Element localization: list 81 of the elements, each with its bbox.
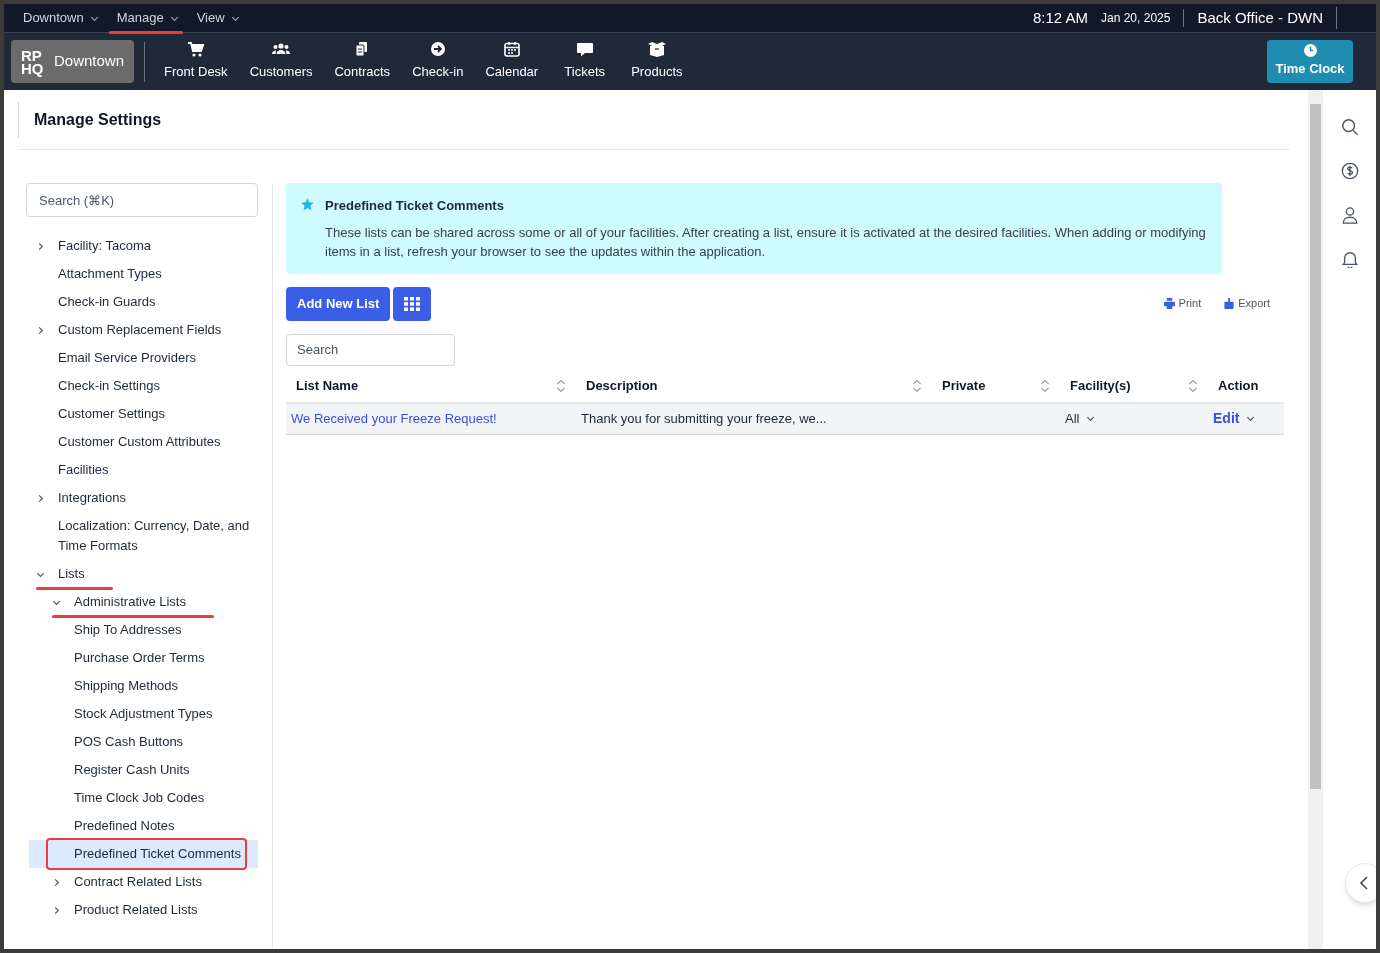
chevron-down-icon — [1246, 414, 1256, 423]
column-header[interactable]: Facility(s) — [1070, 375, 1131, 396]
page-title: Manage Settings — [34, 110, 162, 130]
sidebar-item[interactable]: Attachment Types — [58, 264, 162, 284]
chevron-down-icon — [1086, 414, 1096, 423]
sidebar-item[interactable]: Product Related Lists — [74, 900, 198, 920]
speech-bubble-icon — [575, 41, 594, 58]
bell-icon[interactable] — [1340, 250, 1359, 268]
info-text: These lists can be shared across some or all of your facilities. After creating a list, ensure it is activated at the desired facilities. When adding or modifying items in a list, refresh your browser to see the updates within the application. — [325, 223, 1207, 261]
sort-icon[interactable] — [556, 377, 566, 394]
list-name-link[interactable]: We Received your Freeze Request! — [291, 410, 497, 426]
sidebar-item[interactable]: Stock Adjustment Types — [74, 704, 213, 724]
date-text: Jan 20, 2025 — [1101, 9, 1185, 27]
sidebar-item[interactable]: Purchase Order Terms — [74, 648, 205, 668]
export-link[interactable]: Export — [1224, 295, 1270, 312]
column-header[interactable]: Description — [586, 375, 658, 396]
calendar-icon — [502, 41, 521, 58]
sidebar-item[interactable]: Ship To Addresses — [74, 620, 182, 640]
menu-button[interactable]: Manage — [116, 8, 179, 28]
export-icon — [1224, 298, 1235, 309]
facility-name: Downtown — [54, 51, 125, 72]
add-new-list-button[interactable]: Add New List — [286, 286, 391, 321]
nav-item[interactable]: Contracts — [325, 41, 400, 82]
user-icon[interactable] — [1340, 206, 1359, 224]
sidebar-item[interactable]: Administrative Lists — [74, 592, 186, 612]
clock-icon — [1303, 44, 1317, 58]
nav-item[interactable]: Check-in — [403, 41, 473, 82]
sidebar-item[interactable]: Predefined Notes — [74, 816, 175, 836]
nav-item[interactable]: Front Desk — [155, 41, 237, 82]
facility-dropdown[interactable]: All — [1065, 408, 1096, 429]
sidebar-item[interactable]: Check-in Settings — [58, 376, 160, 396]
sort-icon[interactable] — [1188, 377, 1198, 394]
column-header[interactable]: List Name — [296, 375, 359, 396]
location-text: Back Office - DWN — [1184, 6, 1337, 30]
printer-icon — [1163, 298, 1175, 309]
star-icon — [300, 197, 315, 212]
menu-button[interactable]: View — [196, 8, 240, 28]
sidebar-item[interactable]: Time Clock Job Codes — [74, 788, 205, 808]
cart-icon — [186, 41, 205, 58]
print-link[interactable]: Print — [1163, 295, 1202, 312]
sort-icon[interactable] — [1040, 377, 1050, 394]
box-icon — [647, 41, 666, 58]
column-header[interactable]: Action — [1218, 375, 1259, 396]
search-icon[interactable] — [1340, 118, 1359, 136]
column-header[interactable]: Private — [942, 375, 986, 396]
collapse-button[interactable] — [1345, 863, 1376, 903]
search-field[interactable]: Search — [286, 333, 455, 366]
sidebar-item[interactable]: Email Service Providers — [58, 348, 196, 368]
sidebar-item[interactable]: Lists — [58, 564, 85, 584]
sidebar-item[interactable]: Facility: Tacoma — [58, 236, 151, 256]
search-field[interactable]: Search (⌘K) — [26, 183, 258, 217]
sidebar-item[interactable]: Shipping Methods — [74, 676, 179, 696]
grid-view-button[interactable] — [393, 286, 432, 321]
table-row[interactable]: We Received your Freeze Request! Thank you for submitting your freeze, we... All Edit — [286, 403, 1284, 435]
sidebar-item[interactable]: Customer Custom Attributes — [58, 432, 221, 452]
logo: RP HQ — [21, 48, 45, 75]
info-title: Predefined Ticket Comments — [325, 197, 505, 215]
chevron-left-icon — [1359, 876, 1368, 890]
sort-icon[interactable] — [912, 377, 922, 394]
scrollbar[interactable] — [1308, 90, 1323, 949]
sidebar-item[interactable]: Facilities — [58, 460, 109, 480]
nav-item[interactable]: Customers — [240, 41, 322, 82]
sidebar-item[interactable]: Contract Related Lists — [74, 872, 202, 892]
arrow-circle-icon — [428, 41, 447, 58]
nav-item[interactable]: Calendar — [476, 41, 548, 82]
grid-icon — [404, 296, 421, 311]
menu-button[interactable]: Downtown — [23, 8, 99, 28]
nav-item[interactable]: Tickets — [551, 41, 619, 82]
table-cell-text: Thank you for submitting your freeze, we... — [580, 409, 828, 428]
sidebar-item[interactable]: POS Cash Buttons — [74, 732, 184, 752]
dollar-icon[interactable] — [1340, 162, 1359, 180]
sidebar-item[interactable]: Check-in Guards — [58, 292, 156, 312]
edit-dropdown[interactable]: Edit — [1213, 408, 1256, 429]
sidebar-item[interactable]: Integrations — [58, 488, 126, 508]
sidebar-item[interactable]: Customer Settings — [58, 404, 165, 424]
sidebar-item[interactable]: Localization: Currency, Date, and Time Formats — [58, 516, 258, 556]
sidebar-item[interactable]: Custom Replacement Fields — [58, 320, 222, 340]
nav-item[interactable]: Products — [622, 41, 692, 82]
clock-time: 8:12 AM — [1032, 7, 1088, 28]
sidebar-item[interactable]: Register Cash Units — [74, 760, 190, 780]
time-clock-button[interactable]: Time Clock — [1267, 40, 1353, 83]
